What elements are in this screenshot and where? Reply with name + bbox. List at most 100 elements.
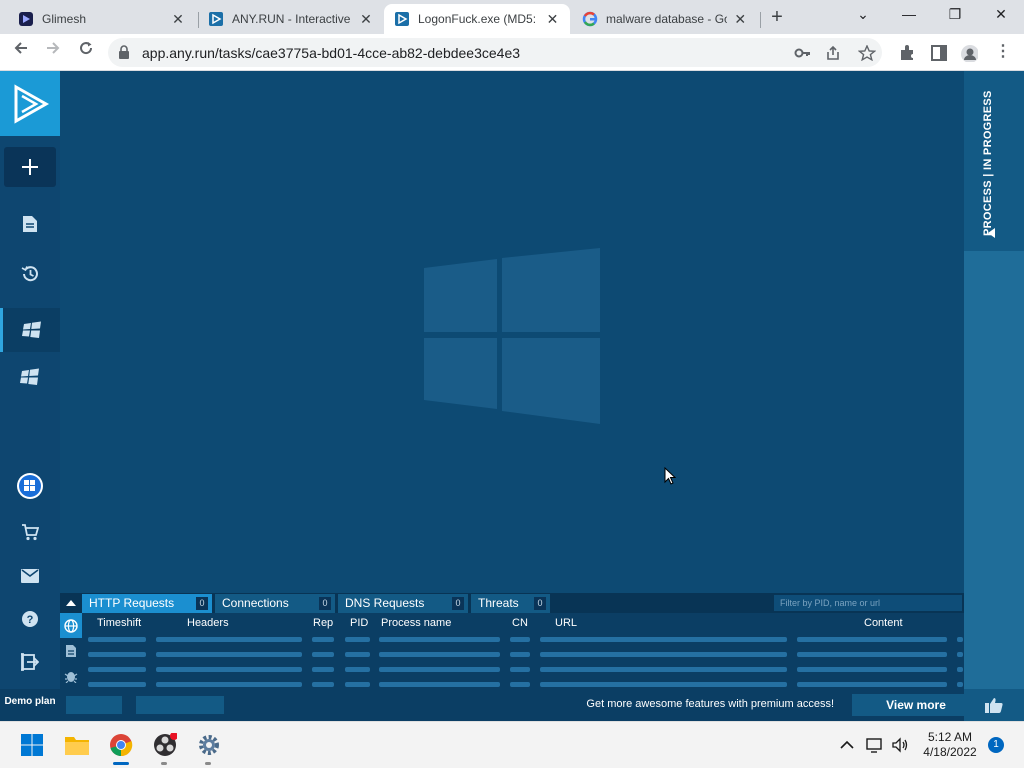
start-button[interactable] xyxy=(18,731,46,759)
windows-logo-avatar-icon xyxy=(17,473,43,499)
demo-plan-label[interactable]: Demo plan xyxy=(0,689,60,721)
network-debug-button[interactable] xyxy=(60,663,82,688)
skeleton-bar xyxy=(957,637,963,642)
network-tabs: HTTP Requests 0 Connections 0 DNS Reques… xyxy=(60,593,964,613)
column-headers[interactable]: Headers xyxy=(187,617,229,629)
file-explorer-button[interactable] xyxy=(63,731,91,759)
mouse-cursor-icon xyxy=(664,467,676,485)
browser-tab-google[interactable]: malware database - Go ✕ xyxy=(572,4,758,34)
forward-button[interactable] xyxy=(40,40,66,64)
restore-button[interactable]: ❐ xyxy=(932,0,978,30)
tab-count-badge: 0 xyxy=(534,597,546,610)
key-icon[interactable] xyxy=(794,45,812,61)
column-process-name[interactable]: Process name xyxy=(381,617,451,629)
column-rep[interactable]: Rep xyxy=(313,617,333,629)
anyrun-logo[interactable] xyxy=(0,71,60,136)
expand-left-icon[interactable] xyxy=(988,228,995,238)
menu-kebab-icon[interactable]: ⋮ xyxy=(990,40,1016,64)
cart-icon xyxy=(22,524,39,541)
promo-placeholder xyxy=(136,696,224,714)
anyrun-page: ? Demo plan PROCESS | IN PROGRESS HTTP R… xyxy=(0,71,1024,721)
skeleton-bar xyxy=(957,652,963,657)
tab-threats[interactable]: Threats 0 xyxy=(471,594,550,613)
new-tab-button[interactable]: + xyxy=(765,5,789,29)
profile-avatar-icon[interactable] xyxy=(960,44,978,62)
close-tab-icon[interactable]: ✕ xyxy=(733,11,748,28)
skeleton-bar xyxy=(540,652,787,657)
network-monitor-icon[interactable] xyxy=(866,736,884,754)
system-clock[interactable]: 5:12 AM 4/18/2022 xyxy=(920,730,980,760)
browser-tab-logonfuck[interactable]: LogonFuck.exe (MD5: E ✕ xyxy=(384,4,570,34)
back-button[interactable] xyxy=(8,40,34,64)
process-status-label: PROCESS | IN PROGRESS xyxy=(982,90,994,236)
process-status-panel[interactable] xyxy=(964,71,1024,251)
skeleton-bar xyxy=(797,652,947,657)
side-panel-icon[interactable] xyxy=(930,44,948,62)
tray-overflow-chevron-icon[interactable] xyxy=(840,736,858,754)
skeleton-bar xyxy=(540,682,787,687)
windows-flag-icon xyxy=(20,368,39,385)
settings-button[interactable] xyxy=(195,731,223,759)
obs-button[interactable] xyxy=(151,731,179,759)
forward-arrow-icon xyxy=(47,42,60,54)
skeleton-bar xyxy=(797,682,947,687)
sidebar-item-cart[interactable] xyxy=(0,510,60,554)
sidebar-item-reports[interactable] xyxy=(0,202,60,246)
skeleton-bar xyxy=(510,682,530,687)
filter-input[interactable]: Filter by PID, name or url xyxy=(774,595,962,611)
notification-badge[interactable]: 1 xyxy=(988,737,1004,753)
skeleton-bar xyxy=(797,637,947,642)
tab-search-chevron-icon[interactable]: ⌄ xyxy=(840,0,886,30)
browser-tab-anyrun[interactable]: ANY.RUN - Interactive ✕ xyxy=(198,4,384,34)
share-icon[interactable] xyxy=(825,45,843,61)
tab-count-badge: 0 xyxy=(452,597,464,610)
network-files-button[interactable] xyxy=(60,638,82,663)
chrome-button[interactable] xyxy=(107,731,135,759)
view-more-button[interactable]: View more xyxy=(852,694,980,716)
column-pid[interactable]: PID xyxy=(350,617,368,629)
skeleton-bar xyxy=(379,667,500,672)
extensions-icon[interactable] xyxy=(898,44,916,62)
tab-connections[interactable]: Connections 0 xyxy=(215,594,335,613)
thumbs-up-icon xyxy=(985,698,1003,713)
skeleton-bar xyxy=(312,652,334,657)
reload-button[interactable] xyxy=(73,40,99,64)
close-tab-icon[interactable]: ✕ xyxy=(170,11,186,28)
obs-open-indicator xyxy=(161,762,167,765)
skeleton-bar xyxy=(88,652,146,657)
new-task-button[interactable] xyxy=(4,147,56,187)
close-window-button[interactable]: ✕ xyxy=(978,0,1024,30)
skeleton-bar xyxy=(88,682,146,687)
address-bar[interactable]: app.any.run/tasks/cae3775a-bd01-4cce-ab8… xyxy=(108,38,882,67)
column-url[interactable]: URL xyxy=(555,617,577,629)
skeleton-bar xyxy=(312,682,334,687)
browser-tab-glimesh[interactable]: Glimesh ✕ xyxy=(8,4,196,34)
network-globe-button[interactable] xyxy=(60,613,82,638)
minimize-button[interactable]: — xyxy=(886,0,932,30)
column-timeshift[interactable]: Timeshift xyxy=(97,617,141,629)
sidebar-item-windows-task-2[interactable] xyxy=(0,355,60,399)
chrome-icon xyxy=(110,734,133,757)
sidebar-item-mail[interactable] xyxy=(0,554,60,598)
google-favicon-icon xyxy=(582,11,598,27)
tab-http-requests[interactable]: HTTP Requests 0 xyxy=(82,594,212,613)
sidebar-item-history[interactable] xyxy=(0,252,60,296)
tab-dns-requests[interactable]: DNS Requests 0 xyxy=(338,594,468,613)
logout-icon xyxy=(21,653,39,671)
vm-desktop-view[interactable] xyxy=(60,71,964,593)
back-arrow-icon xyxy=(14,42,27,54)
column-cn[interactable]: CN xyxy=(512,617,528,629)
sidebar-item-logout[interactable] xyxy=(0,640,60,684)
sidebar-item-os-avatar[interactable] xyxy=(0,464,60,508)
close-tab-icon[interactable]: ✕ xyxy=(545,11,560,28)
skeleton-bar xyxy=(156,637,302,642)
promo-bar: Get more awesome features with premium a… xyxy=(60,689,980,721)
volume-icon[interactable] xyxy=(891,736,909,754)
chrome-active-indicator xyxy=(113,762,129,765)
column-content[interactable]: Content xyxy=(864,617,903,629)
bookmark-star-icon[interactable] xyxy=(858,45,876,61)
collapse-panel-button[interactable] xyxy=(60,593,82,613)
sidebar-item-help[interactable]: ? xyxy=(0,597,60,641)
sidebar-item-windows-task[interactable] xyxy=(0,308,60,352)
close-tab-icon[interactable]: ✕ xyxy=(358,11,374,28)
